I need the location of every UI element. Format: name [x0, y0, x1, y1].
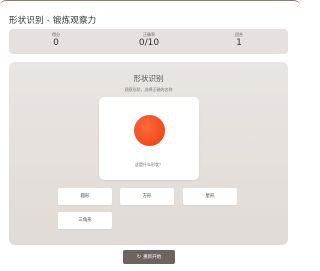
- stat-score: 得分 0: [26, 32, 86, 49]
- stat-score-value: 0: [53, 38, 59, 48]
- stats-bar: 得分 0 正确率 0/10 回合 1: [9, 29, 288, 54]
- stat-round-value: 1: [236, 38, 242, 48]
- stat-accuracy: 正确率 0/10: [119, 32, 179, 49]
- restart-button[interactable]: ↻ 重新开始: [123, 250, 175, 264]
- option-triangle-button[interactable]: 三角形: [58, 212, 112, 229]
- stat-round: 回合 1: [209, 32, 269, 49]
- option-star-button[interactable]: 星形: [183, 188, 237, 205]
- stat-accuracy-value: 0/10: [138, 38, 160, 48]
- page-title: 形状识别 - 锻炼观察力: [9, 16, 97, 26]
- game-panel: 形状识别 观察形状，选择正确的名称 这是什么形状？ 圆形 方形 星形 三角形: [9, 62, 288, 245]
- option-circle-button[interactable]: 圆形: [58, 188, 112, 205]
- shape-card: 这是什么形状？: [99, 97, 199, 180]
- game-title: 形状识别: [133, 74, 164, 83]
- app-window: 形状识别 - 锻炼观察力 得分 0 正确率 0/10 回合 1 形状识别 观察形…: [0, 0, 300, 271]
- circle-shape: [134, 115, 165, 146]
- restart-label: 重新开始: [143, 255, 162, 260]
- question-text: 这是什么形状？: [135, 162, 163, 167]
- refresh-icon: ↻: [136, 254, 142, 260]
- game-instructions: 观察形状，选择正确的名称: [124, 87, 173, 92]
- option-square-button[interactable]: 方形: [120, 188, 174, 205]
